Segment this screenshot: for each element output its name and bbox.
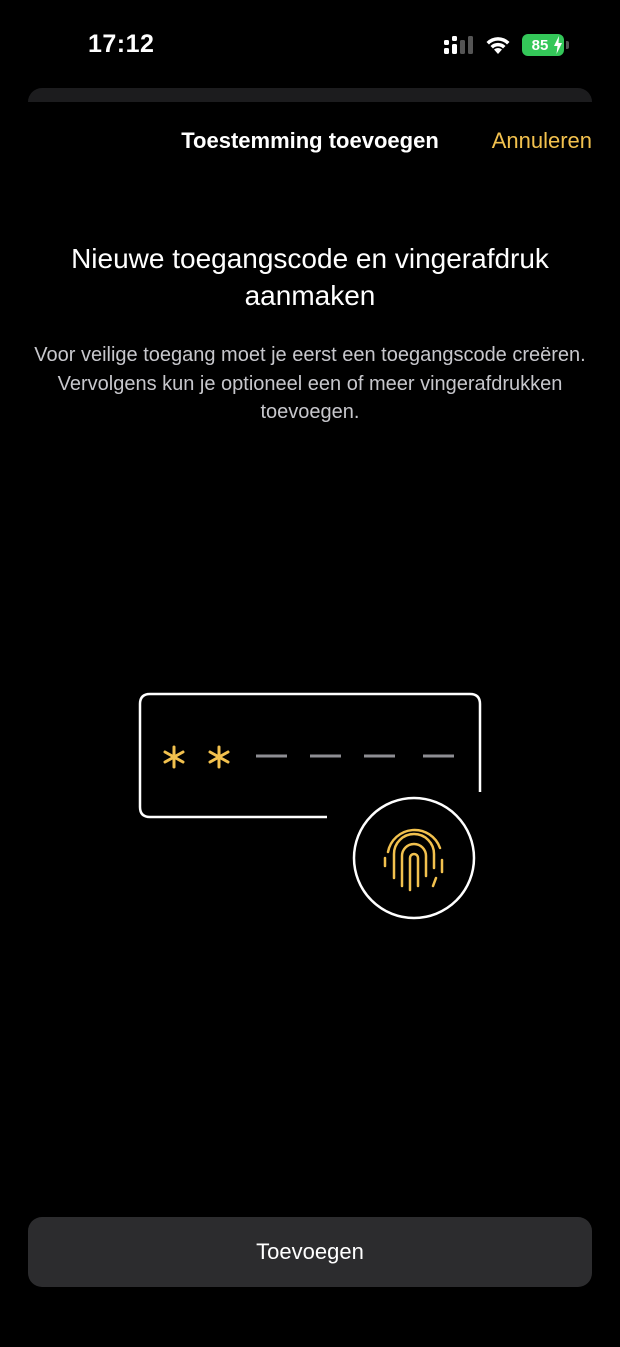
heading: Nieuwe toegangscode en vingerafdruk aanm…	[71, 243, 549, 311]
charging-bolt-icon	[554, 36, 562, 54]
battery-nub	[566, 41, 569, 49]
status-bar: 17:12 85	[0, 0, 620, 92]
entered-asterisk	[163, 745, 185, 769]
add-button[interactable]: Toevoegen	[28, 1217, 592, 1287]
description: Voor veilige toegang moet je eerst een t…	[34, 344, 586, 423]
passcode-field-icon	[138, 692, 482, 920]
entered-asterisk	[208, 745, 230, 769]
passcode-fingerprint-illustration	[130, 690, 490, 930]
status-icons: 85	[442, 34, 569, 56]
signal-icon	[444, 36, 473, 54]
battery-level: 85	[531, 36, 549, 54]
wifi-icon	[486, 37, 510, 54]
status-time: 17:12	[88, 30, 155, 58]
sheet-top-edge	[28, 88, 592, 102]
fingerprint-icon	[352, 796, 476, 920]
cancel-button[interactable]: Annuleren	[492, 128, 592, 154]
battery-icon: 85	[522, 34, 569, 56]
